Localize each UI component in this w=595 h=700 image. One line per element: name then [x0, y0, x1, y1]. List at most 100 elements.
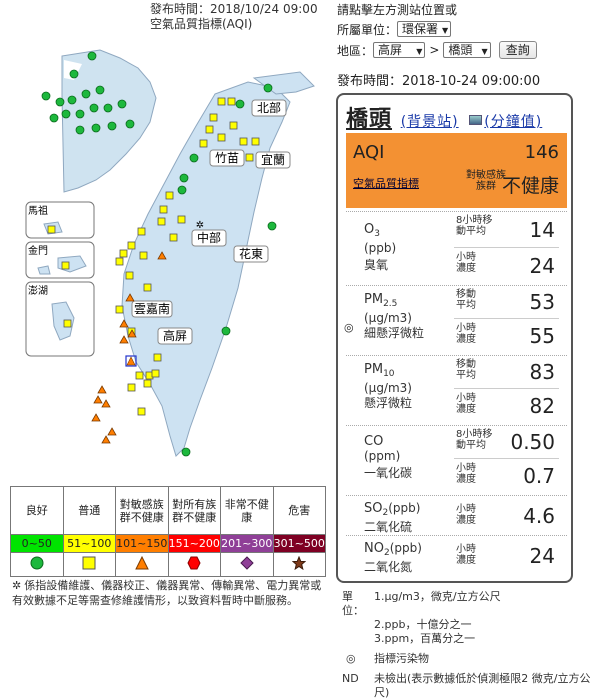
pollutant-row1-value: 4.6	[523, 504, 555, 528]
station-marker-moderate[interactable]	[217, 97, 226, 106]
island-text-matsu: 馬祖	[28, 204, 48, 217]
station-marker-moderate[interactable]	[217, 133, 226, 142]
station-marker-good[interactable]	[91, 123, 101, 133]
station-marker-good[interactable]	[75, 125, 85, 135]
station-marker-moderate[interactable]	[119, 249, 128, 258]
station-marker-good[interactable]	[61, 109, 71, 119]
station-marker-moderate[interactable]	[157, 217, 166, 226]
station-marker-moderate[interactable]	[229, 121, 238, 130]
station-marker-good[interactable]	[69, 69, 79, 79]
station-marker-good[interactable]	[125, 119, 135, 129]
station-header: 橋頭 (背景站) (分鐘值)	[346, 101, 542, 133]
station-marker-sensitive[interactable]	[119, 335, 129, 344]
region-label-yilan[interactable]: 宜蘭	[255, 151, 291, 169]
units-label: 單位：	[342, 590, 364, 617]
legend-range-very-unhealthy: 201~300	[220, 534, 274, 553]
region-label-north[interactable]: 北部	[251, 99, 287, 117]
station-marker-moderate[interactable]	[139, 251, 148, 260]
station-marker-good[interactable]	[263, 83, 273, 93]
region-label-zhumiao[interactable]: 竹苗	[209, 149, 245, 167]
station-marker-sensitive[interactable]	[107, 427, 117, 436]
pollutant-row1-type: 小時濃度	[456, 504, 476, 526]
station-marker-good[interactable]	[179, 173, 189, 183]
station-marker-moderate[interactable]	[61, 261, 70, 270]
pollutant-unit: (ppb)	[389, 541, 422, 555]
pollutant-row-no2: NO2(ppb) 二氧化氮 小時濃度 24	[346, 535, 567, 579]
station-marker-moderate[interactable]	[125, 271, 134, 280]
region-label-hualien[interactable]: 花東	[233, 245, 269, 263]
selected-station-marker[interactable]	[126, 356, 136, 366]
station-marker-moderate[interactable]	[143, 283, 152, 292]
station-marker-moderate[interactable]	[137, 227, 146, 236]
station-marker-moderate[interactable]	[47, 225, 56, 234]
station-marker-good[interactable]	[189, 153, 199, 163]
chart-icon[interactable]	[469, 115, 483, 125]
station-marker-moderate[interactable]	[137, 407, 146, 416]
station-marker-good[interactable]	[41, 91, 51, 101]
station-marker-good[interactable]	[89, 103, 99, 113]
county-select-value: 高屏	[378, 43, 403, 57]
station-marker-moderate[interactable]	[177, 215, 186, 224]
aqi-label: AQI	[353, 142, 385, 163]
station-marker-good[interactable]	[117, 99, 127, 109]
station-marker-moderate[interactable]	[227, 97, 236, 106]
station-marker-moderate[interactable]	[165, 191, 174, 200]
station-marker-moderate[interactable]	[239, 137, 248, 146]
station-marker-good[interactable]	[181, 447, 191, 457]
station-marker-moderate[interactable]	[209, 113, 218, 122]
station-card: 橋頭 (背景站) (分鐘值) AQI 146 空氣品質指標 對敏感族 族群 不健康…	[336, 93, 573, 583]
station-marker-good[interactable]	[95, 85, 105, 95]
station-marker-moderate[interactable]	[115, 305, 124, 314]
station-marker-good[interactable]	[87, 51, 97, 61]
agency-select[interactable]: 環保署 ▼	[397, 21, 452, 37]
hexagon-symbol-icon	[187, 556, 201, 570]
pollutant-row2-type: 小時濃度	[456, 463, 476, 485]
station-marker-good[interactable]	[267, 221, 277, 231]
pollutant-cn-name: 懸浮微粒	[364, 396, 413, 410]
background-station-link[interactable]: (背景站)	[401, 114, 459, 130]
station-marker-moderate[interactable]	[245, 153, 254, 162]
station-marker-moderate[interactable]	[127, 241, 136, 250]
station-marker-moderate[interactable]	[63, 319, 72, 328]
station-marker-moderate[interactable]	[199, 139, 208, 148]
station-marker-sensitive[interactable]	[97, 385, 107, 394]
county-select[interactable]: 高屏 ▼	[373, 42, 426, 58]
region-label-central[interactable]: 中部	[191, 229, 227, 247]
station-marker-good[interactable]	[221, 326, 231, 336]
station-marker-moderate[interactable]	[135, 371, 144, 380]
station-marker-moderate[interactable]	[169, 233, 178, 242]
station-marker-moderate[interactable]	[127, 383, 136, 392]
pollutant-row1-type: 8小時移動平均	[456, 429, 493, 451]
maintenance-station-icon[interactable]: ✲	[196, 220, 204, 231]
region-label-kaoping[interactable]: 高屏	[157, 327, 193, 345]
station-marker-good[interactable]	[75, 109, 85, 119]
station-marker-moderate[interactable]	[143, 379, 152, 388]
station-marker-moderate[interactable]	[205, 125, 214, 134]
station-marker-good[interactable]	[49, 113, 59, 123]
station-marker-moderate[interactable]	[153, 353, 162, 362]
aqi-index-link[interactable]: 空氣品質指標	[353, 175, 419, 191]
minute-value-link[interactable]: (分鐘值)	[484, 114, 542, 130]
pollutant-unit: (μg/m3)	[364, 381, 412, 395]
units-line-2: 2.ppb，十億分之一	[374, 618, 472, 631]
station-marker-sensitive[interactable]	[93, 395, 103, 404]
station-marker-good[interactable]	[177, 185, 187, 195]
station-marker-sensitive[interactable]	[101, 435, 111, 444]
station-marker-good[interactable]	[67, 95, 77, 105]
station-select[interactable]: 橋頭 ▼	[443, 42, 491, 58]
station-marker-good[interactable]	[81, 89, 91, 99]
station-marker-moderate[interactable]	[251, 137, 260, 146]
region-label-yunjianan[interactable]: 雲嘉南	[131, 300, 173, 318]
station-marker-moderate[interactable]	[159, 205, 168, 214]
station-marker-sensitive[interactable]	[91, 413, 101, 422]
station-marker-good[interactable]	[103, 103, 113, 113]
station-marker-good[interactable]	[235, 99, 245, 109]
station-marker-good[interactable]	[55, 97, 65, 107]
station-marker-moderate[interactable]	[151, 369, 160, 378]
station-marker-moderate[interactable]	[115, 257, 124, 266]
legend-range-unhealthy: 151~200	[167, 534, 221, 553]
taiwan-station-map[interactable]: 北部 竹苗 宜蘭 中部 花東 雲嘉南 高屏 馬祖 金門 澎湖 ✲	[0, 36, 328, 484]
station-marker-sensitive[interactable]	[101, 399, 111, 408]
query-button[interactable]: 查詢	[498, 41, 537, 59]
station-marker-good[interactable]	[107, 121, 117, 131]
